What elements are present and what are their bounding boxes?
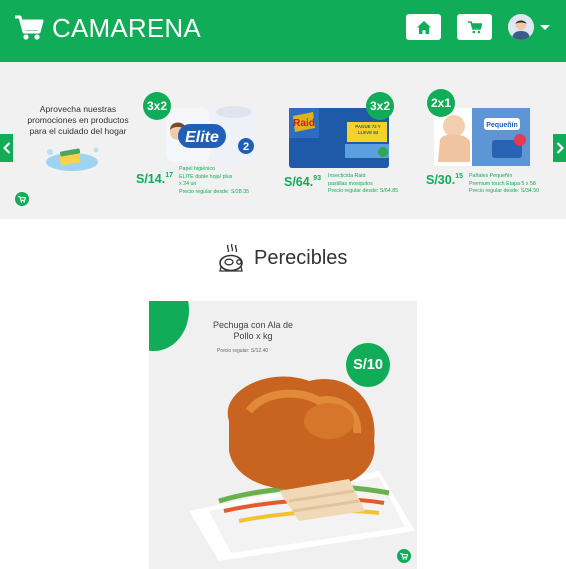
promo-carousel: Aprovecha nuestras promociones en produc… [0,62,566,219]
meat-icon [219,243,243,272]
desc-line: Precio regular desde: S/64.85 [328,188,399,194]
roast-chicken-image [189,376,415,561]
carousel-prev-button[interactable] [0,134,13,162]
desc-line: x 24 un [179,181,197,187]
caret-down-icon [540,24,550,30]
promo-price: S/64.93 [284,175,321,189]
home-icon [416,20,431,34]
brand-name: CAMARENA [52,12,201,43]
promo-price: S/14.17 [136,172,173,186]
chevron-left-icon [2,142,10,154]
cart-icon [467,20,482,33]
desc-line: Premium touch Etapa 5 x 58 [469,180,536,187]
promo-description: Pañales Pequeñín Premium touch Etapa 5 x… [469,173,539,196]
price-cents: 17 [165,172,173,179]
raid-banner: PAGUE 72 Y LLEVE 84 [355,124,381,135]
brand-link[interactable]: CAMARENA [14,12,201,44]
user-menu-toggle[interactable] [508,14,550,40]
price-main: S/30. [426,173,456,187]
desc-line: ELITE doble hoja/ plus [179,173,233,180]
carousel-cart-button[interactable] [15,192,29,206]
price-main: S/14. [136,172,166,186]
home-button[interactable] [406,14,441,40]
desc-line: pastillas mosquitos [328,180,373,187]
desc-line: Precio regular desde: S/28.35 [179,188,250,195]
svg-text:Elite: Elite [185,129,219,146]
chevron-right-icon [556,142,564,154]
price-cents: 93 [313,175,321,182]
deal-badge: 2x1 [427,89,455,117]
promo-description: Insecticida Raid pastillas mosquitos Pre… [328,173,398,196]
elite-toilet-paper-image: Elite 2 [166,106,256,162]
cart-icon [400,552,408,560]
price-main: S/64. [284,175,314,189]
top-navbar: CAMARENA [0,0,566,62]
svg-text:Pequeñín: Pequeñín [486,122,518,129]
price-cents: 15 [455,173,463,180]
avatar-icon [508,14,534,40]
product-regular-price: Precio regular: S/12.40 [217,348,269,354]
product-card[interactable]: Pechuga con Ala de Pollo x kg Precio reg… [149,301,417,569]
product-name: Pechuga con Ala de Pollo x kg [212,320,294,341]
promo-price: S/30.15 [426,173,463,187]
add-to-cart-button[interactable] [397,549,411,563]
deal-badge: 3x2 [143,92,171,120]
desc-line: Precio regular desde: S/34.50 [469,188,540,194]
carousel-next-button[interactable] [553,134,566,162]
promo-caption: Aprovecha nuestras promociones en produc… [27,104,129,136]
card-corner-decoration [149,301,189,351]
cart-icon [15,15,44,40]
deal-badge: 3x2 [366,92,394,120]
cleaning-sponge-image [46,147,99,171]
desc-line: Pañales Pequeñín [469,173,513,179]
cart-icon [18,195,26,203]
svg-text:2: 2 [243,141,249,153]
cart-button[interactable] [457,14,492,40]
desc-line: Papel higiénico [179,166,215,172]
section-heading: Perecibles [218,243,347,273]
promo-description: Papel higiénico ELITE doble hoja/ plus x… [179,166,249,196]
desc-line: Insecticida Raid [328,173,366,179]
svg-text:Raid: Raid [293,118,315,129]
section-title: Perecibles [254,246,348,269]
